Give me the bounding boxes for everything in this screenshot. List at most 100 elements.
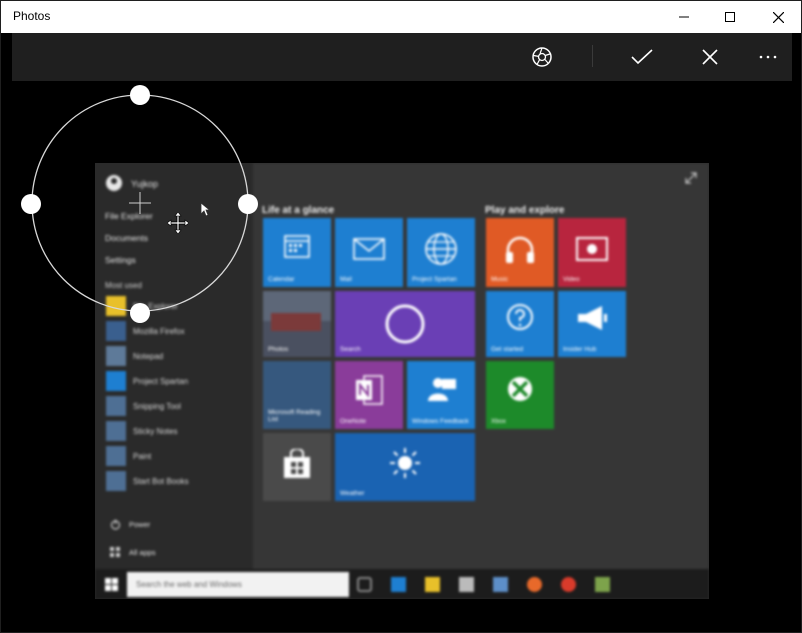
more-options-button[interactable] — [744, 33, 792, 81]
app-name: Mozilla Firefox — [133, 327, 185, 336]
window-title: Photos — [13, 9, 51, 23]
crop-toolbar — [12, 33, 792, 81]
tile-label: Mail — [340, 276, 352, 283]
onenote-icon — [356, 375, 383, 405]
tile-music: Music — [486, 218, 554, 287]
crop-handle-top[interactable] — [130, 85, 150, 105]
cortana-icon — [385, 304, 425, 344]
app-icon — [106, 421, 126, 441]
app-icon — [106, 446, 126, 466]
app-taskbar-icon — [595, 577, 610, 592]
tile-label: Video — [563, 276, 580, 283]
tile-windows-feedback: Windows Feedback — [407, 361, 475, 429]
aspect-ratio-button[interactable] — [518, 33, 566, 81]
app-name: Start Bot Books — [133, 477, 189, 486]
feedback-icon — [428, 378, 456, 401]
user-name: Yujkop — [131, 179, 159, 189]
tile-get-started: Get started — [486, 291, 554, 357]
power-label: Power — [129, 520, 151, 529]
crop-handle-right[interactable] — [238, 194, 258, 214]
all-apps-icon — [110, 547, 120, 557]
tile-video: Video — [558, 218, 626, 287]
move-cursor-icon — [167, 212, 189, 234]
tile-label: Search — [340, 346, 361, 353]
start-item-documents: Documents — [105, 233, 148, 243]
pointer-icon — [200, 202, 210, 217]
cancel-button[interactable] — [686, 33, 734, 81]
tile-label: Get started — [491, 346, 524, 353]
xbox-icon — [508, 377, 532, 401]
expand-icon — [685, 172, 697, 184]
more-icon — [759, 55, 777, 59]
tile-mail: Mail — [335, 218, 403, 287]
megaphone-icon — [578, 306, 607, 330]
most-used-label: Most used — [105, 281, 142, 290]
group-play-and-explore: Play and explore — [485, 205, 565, 216]
task-view-icon — [357, 577, 372, 592]
photo-taskbar: Search the web and Windows — [95, 569, 709, 599]
tile-xbox: Xbox — [486, 361, 554, 429]
tile-label: OneNote — [340, 418, 367, 425]
app-taskbar-icon — [493, 577, 508, 592]
tile-project-spartan: Project Spartan — [407, 218, 475, 287]
app-icon — [106, 346, 126, 366]
tile-search: Search — [335, 291, 475, 357]
start-item-file-explorer: File Explorer — [105, 211, 153, 221]
toolbar-divider — [592, 45, 593, 67]
minimize-button[interactable] — [661, 1, 707, 33]
calendar-icon — [284, 235, 310, 258]
tile-photos: Photos — [263, 291, 331, 357]
aperture-icon — [532, 47, 552, 67]
maximize-icon — [725, 12, 735, 22]
apply-button[interactable] — [618, 33, 666, 81]
store-taskbar-icon — [459, 577, 474, 592]
power-icon — [110, 519, 121, 530]
tile-label: Weather — [340, 490, 365, 497]
tile-store — [263, 433, 331, 501]
tile-weather: Weather — [335, 433, 475, 501]
firefox-taskbar-icon — [527, 577, 542, 592]
tile-label: Music — [491, 276, 508, 283]
photo-taskbar-search: Search the web and Windows — [127, 572, 349, 597]
crop-handle-left[interactable] — [21, 194, 41, 214]
windows-logo-icon — [105, 578, 118, 591]
crop-handle-bottom[interactable] — [130, 303, 150, 323]
tile-label: Photos — [268, 346, 289, 353]
app-name: Sticky Notes — [133, 427, 178, 436]
globe-icon — [425, 233, 457, 265]
tile-label: Microsoft Reading List — [268, 409, 321, 423]
close-icon — [772, 11, 784, 23]
app-icon — [106, 396, 126, 416]
title-bar: Photos — [1, 1, 801, 33]
tile-insider-hub: Insider Hub — [558, 291, 626, 357]
app-icon — [106, 321, 126, 341]
sun-icon — [390, 448, 420, 478]
app-icon — [106, 471, 126, 491]
minimize-icon — [679, 16, 689, 18]
avatar — [106, 175, 122, 191]
tile-onenote: OneNote — [335, 361, 403, 429]
video-icon — [576, 237, 608, 261]
tile-label: Project Spartan — [412, 276, 457, 283]
app-icon — [106, 296, 126, 316]
explorer-taskbar-icon — [425, 577, 440, 592]
group-life-at-a-glance: Life at a glance — [262, 205, 335, 216]
close-icon — [702, 49, 718, 65]
chrome-taskbar-icon — [561, 577, 576, 592]
photos-window: Photos Yujkop File Explorer Documents Se… — [0, 0, 802, 633]
check-icon — [631, 49, 653, 65]
app-name: Paint — [133, 452, 152, 461]
app-name: Snipping Tool — [133, 402, 181, 411]
app-icon — [106, 371, 126, 391]
spartan-taskbar-icon — [391, 577, 406, 592]
help-icon — [507, 304, 533, 330]
mail-icon — [353, 238, 385, 260]
headphones-icon — [506, 236, 534, 263]
close-window-button[interactable] — [755, 1, 801, 33]
store-icon — [284, 449, 310, 478]
maximize-button[interactable] — [707, 1, 753, 33]
app-name: Project Spartan — [133, 377, 189, 386]
tile-label: Xbox — [491, 418, 506, 425]
tile-reading-list: Microsoft Reading List — [263, 361, 331, 429]
start-item-settings: Settings — [105, 255, 136, 265]
